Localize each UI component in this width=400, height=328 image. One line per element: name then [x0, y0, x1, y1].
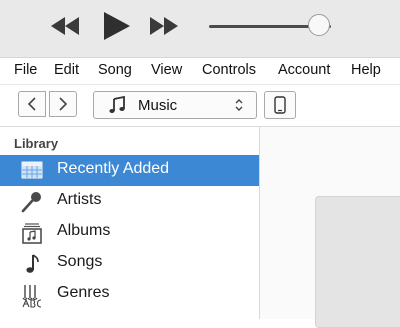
sidebar-item-songs[interactable]: Songs — [0, 248, 259, 279]
menu-help[interactable]: Help — [351, 62, 381, 78]
sidebar-item-recently-added[interactable]: Recently Added — [0, 155, 259, 186]
sidebar-item-label: Artists — [57, 191, 102, 208]
sidebar-item-albums[interactable]: Albums — [0, 217, 259, 248]
sidebar-item-label: Songs — [57, 253, 103, 270]
album-icon — [22, 223, 42, 244]
album-artwork[interactable] — [315, 196, 400, 328]
fast-forward-icon[interactable] — [150, 17, 178, 35]
menu-edit[interactable]: Edit — [54, 62, 79, 78]
sidebar-item-label: Recently Added — [57, 160, 170, 177]
menu-song[interactable]: Song — [98, 62, 132, 78]
back-button[interactable] — [18, 91, 46, 117]
genres-icon — [22, 285, 42, 308]
microphone-icon — [21, 192, 41, 213]
chevron-updown-icon — [235, 99, 243, 111]
menu-file[interactable]: File — [14, 62, 37, 78]
sidebar-item-artists[interactable]: Artists — [0, 186, 259, 217]
sidebar-item-label: Albums — [57, 222, 111, 239]
rewind-icon[interactable] — [51, 17, 79, 35]
sidebar-item-genres[interactable]: Genres — [0, 279, 259, 310]
menu-view[interactable]: View — [151, 62, 182, 78]
menu-controls[interactable]: Controls — [202, 62, 256, 78]
media-kind-select[interactable]: Music — [93, 91, 257, 119]
sidebar-item-label: Genres — [57, 284, 110, 301]
play-icon[interactable] — [104, 12, 130, 40]
transport-bar — [0, 0, 400, 58]
device-button[interactable] — [264, 91, 296, 119]
music-note-icon — [109, 96, 125, 113]
navigation-bar: Music — [0, 85, 400, 125]
chevron-right-icon — [59, 97, 68, 111]
menu-account[interactable]: Account — [278, 62, 330, 78]
chevron-left-icon — [27, 97, 36, 111]
menu-bar: File Edit Song View Controls Account Hel… — [0, 58, 400, 85]
sidebar: Library Recently Added Artists Albums So… — [0, 127, 260, 319]
volume-slider-thumb[interactable] — [307, 14, 330, 36]
phone-icon — [274, 96, 286, 114]
recently-added-icon — [21, 161, 43, 179]
media-kind-label: Music — [138, 97, 178, 114]
main-content — [260, 127, 400, 328]
forward-button[interactable] — [49, 91, 77, 117]
music-note-icon — [26, 254, 39, 273]
library-section-title: Library — [14, 136, 59, 151]
